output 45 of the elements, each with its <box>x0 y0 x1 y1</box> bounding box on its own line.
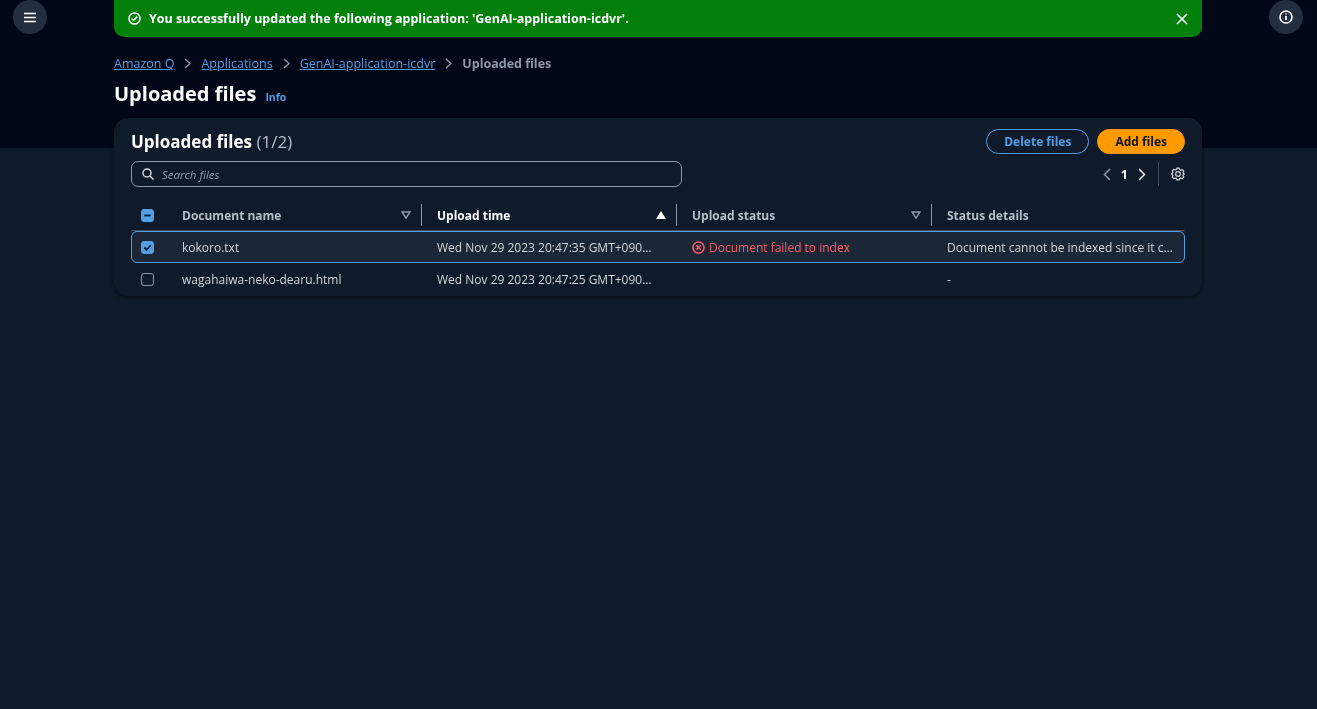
search-field[interactable]: Search files <box>131 161 682 187</box>
chevron-right-icon[interactable] <box>1138 167 1146 181</box>
table-cell-text: wagahaiwa-neko-dearu.html <box>181 271 343 288</box>
column-header[interactable]: Upload status <box>692 206 905 224</box>
page-number[interactable]: 1 <box>1118 165 1130 183</box>
breadcrumb-link[interactable]: Applications <box>201 55 273 72</box>
table-title: Uploaded files (1/2) <box>131 129 293 153</box>
chevron-right-icon <box>282 58 290 69</box>
page-title: Uploaded files <box>114 80 257 107</box>
check-circle-icon <box>128 12 141 25</box>
checkbox[interactable] <box>141 240 154 254</box>
error-icon <box>692 240 705 254</box>
sort-icon[interactable] <box>911 211 921 219</box>
info-icon <box>1279 10 1293 24</box>
info-link[interactable]: Info <box>265 90 287 104</box>
checkbox[interactable] <box>141 208 154 222</box>
search-icon <box>142 168 154 180</box>
table-cell-text: Document cannot be indexed since it c… <box>946 238 1174 256</box>
chevron-right-icon <box>445 58 453 69</box>
table-cell-text: Wed Nov 29 2023 20:47:35 GMT+090… <box>436 238 653 256</box>
column-header[interactable]: Document name <box>182 206 395 224</box>
info-button[interactable] <box>1269 0 1303 34</box>
column-header[interactable]: Upload time <box>437 206 650 224</box>
table-row[interactable]: kokoro.txt Wed Nov 29 2023 20:47:35 GMT+090… Document failed to index Document cannot be indexed since it c… <box>131 231 1185 263</box>
chevron-left-icon[interactable] <box>1102 167 1111 181</box>
current-page-label: Uploaded files <box>462 55 552 72</box>
sort-icon[interactable] <box>401 211 411 219</box>
chevron-right-icon <box>184 58 192 69</box>
table-cell-text: Wed Nov 29 2023 20:47:25 GMT+090… <box>436 271 653 288</box>
add-button[interactable]: Add files <box>1097 128 1185 154</box>
checkbox[interactable] <box>141 273 154 286</box>
breadcrumb-link[interactable]: GenAI-application-icdvr <box>299 55 436 72</box>
flash-message: You successfully updated the following application: 'GenAI-application-icdvr'. <box>149 10 630 27</box>
menu-button[interactable] <box>13 0 47 34</box>
table-cell-text: kokoro.txt <box>181 238 241 256</box>
menu-icon <box>24 11 36 23</box>
table-row[interactable]: wagahaiwa-neko-dearu.html Wed Nov 29 2023 20:47:25 GMT+090… - <box>131 263 1185 296</box>
close-button[interactable] <box>1176 12 1188 25</box>
checkmark-icon <box>143 242 152 252</box>
breadcrumb-link[interactable]: Amazon Q <box>114 55 175 72</box>
column-header: Status details <box>947 206 1030 224</box>
status-cell: Document failed to index <box>676 238 931 256</box>
settings-icon[interactable] <box>1171 167 1185 181</box>
sort-ascending-icon[interactable] <box>656 211 666 219</box>
table-cell-text: - <box>946 271 952 288</box>
